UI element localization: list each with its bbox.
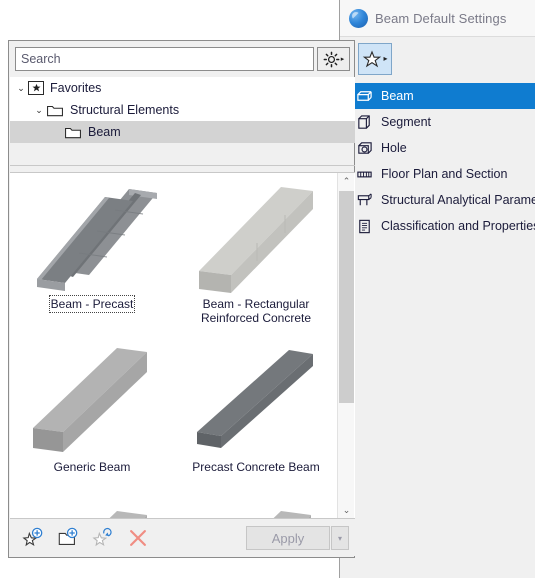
beam-default-settings-dialog: Beam Default Settings ▸ Beam Segment Hol…: [339, 0, 535, 578]
folder-icon: [47, 105, 63, 117]
list-item-label: Beam - Precast: [48, 295, 136, 313]
beam-3d-graphic: [108, 511, 147, 519]
favorites-tree: ⌄ Favorites ⌄ Structural Elements Beam: [10, 77, 355, 143]
screen: Beam Default Settings ▸ Beam Segment Hol…: [0, 0, 535, 578]
beam-icon: [357, 90, 372, 101]
new-favorite-icon[interactable]: [22, 527, 44, 549]
segment-icon: [358, 114, 370, 129]
classification-icon: [359, 219, 370, 233]
star-icon: [363, 50, 382, 67]
page-item-floor-plan-and-section[interactable]: Floor Plan and Section: [349, 161, 535, 187]
list-item[interactable]: Generic Beam: [10, 336, 174, 499]
list-item-label: Generic Beam: [53, 460, 131, 474]
list-item[interactable]: Beam - Rectangular Reinforced Concrete: [174, 173, 338, 336]
page-item-segment[interactable]: Segment: [349, 109, 535, 135]
beam-3d-graphic: [197, 350, 313, 448]
tree-item-beam[interactable]: Beam: [10, 121, 355, 143]
page-item-classification-and-properties[interactable]: Classification and Properties: [349, 213, 535, 239]
list-item-label: Beam - Rectangular Reinforced Concrete: [200, 297, 312, 325]
grid: Beam - Precast Beam - Rectangular Reinfo…: [10, 173, 338, 519]
tree-item-label: Beam: [88, 125, 121, 139]
tree-item-label: Structural Elements: [70, 103, 180, 117]
thumbnail-box-beam-light: [181, 179, 331, 295]
page-item-label: Structural Analytical Paramet...: [381, 193, 535, 207]
dialog-titlebar: Beam Default Settings: [340, 0, 535, 37]
apply-dropdown-arrow[interactable]: ▾: [331, 526, 349, 550]
scroll-down-arrow[interactable]: ⌄: [338, 502, 355, 519]
thumbnail-i-beam-precast: [17, 179, 167, 295]
page-item-label: Beam: [381, 89, 414, 103]
list-item[interactable]: [10, 499, 174, 519]
thumbnail-partial-1: [17, 505, 167, 519]
floor-plan-icon: [357, 171, 372, 177]
star-glyph-icon: [32, 83, 40, 92]
list-item-label: Precast Concrete Beam: [192, 460, 320, 474]
page-item-label: Hole: [381, 141, 407, 155]
hole-icon: [358, 141, 372, 154]
list-item[interactable]: [174, 499, 338, 519]
divider: [10, 165, 355, 166]
beam-3d-graphic: [37, 189, 157, 291]
vertical-scrollbar[interactable]: ⌃ ⌄: [337, 173, 354, 519]
tree-item-label: Favorites: [50, 81, 102, 95]
favorites-item-grid[interactable]: Beam - Precast Beam - Rectangular Reinfo…: [10, 173, 355, 519]
footer-icon-group: [22, 519, 149, 557]
structural-analytical-icon: [357, 192, 372, 205]
thumbnail-box-beam-dark: [181, 342, 331, 458]
list-item[interactable]: Precast Concrete Beam: [174, 336, 338, 499]
gear-icon: [323, 51, 340, 67]
chevron-down-icon[interactable]: ⌄: [32, 105, 46, 116]
search-input[interactable]: [15, 47, 314, 71]
search-row: ▸: [15, 47, 350, 71]
scroll-up-arrow[interactable]: ⌃: [338, 173, 355, 190]
favorites-toolbar-button[interactable]: ▸: [358, 43, 392, 75]
palette-footer: Apply ▾: [10, 518, 355, 556]
beam-3d-graphic: [33, 348, 147, 452]
favorites-settings-button[interactable]: ▸: [317, 47, 350, 71]
delete-favorite-icon[interactable]: [127, 527, 149, 549]
apply-button[interactable]: Apply: [246, 526, 330, 550]
page-item-label: Floor Plan and Section: [381, 167, 508, 181]
new-folder-icon[interactable]: [57, 527, 79, 549]
favorites-palette: ▸ ⌄ Favorites ⌄ Structural Elements: [8, 40, 355, 558]
list-item[interactable]: Beam - Precast: [10, 173, 174, 336]
thumbnail-box-beam-grey: [17, 342, 167, 458]
folder-icon: [65, 127, 81, 139]
beam-3d-graphic: [272, 511, 311, 519]
dialog-title: Beam Default Settings: [375, 10, 507, 26]
scrollbar-thumb[interactable]: [339, 191, 354, 403]
favorites-settings-arrow[interactable]: ▸: [341, 56, 345, 63]
tree-item-structural-elements[interactable]: ⌄ Structural Elements: [10, 99, 355, 121]
favorites-icon: [28, 81, 44, 95]
globe-icon: [349, 8, 368, 28]
thumbnail-partial-2: [181, 505, 331, 519]
redefine-favorite-icon[interactable]: [92, 527, 114, 549]
beam-3d-graphic: [199, 187, 313, 293]
page-item-label: Classification and Properties: [381, 219, 535, 233]
chevron-down-icon[interactable]: ⌄: [14, 83, 28, 94]
page-item-beam[interactable]: Beam: [349, 83, 535, 109]
settings-page-list: Beam Segment Hole Floor Plan and Section…: [349, 83, 535, 239]
tree-item-favorites[interactable]: ⌄ Favorites: [10, 77, 355, 99]
page-item-label: Segment: [381, 115, 432, 129]
favorites-dropdown-arrow[interactable]: ▸: [383, 55, 387, 63]
page-item-structural-analytical-parameters[interactable]: Structural Analytical Paramet...: [349, 187, 535, 213]
apply-group: Apply ▾: [246, 526, 349, 550]
page-item-hole[interactable]: Hole: [349, 135, 535, 161]
